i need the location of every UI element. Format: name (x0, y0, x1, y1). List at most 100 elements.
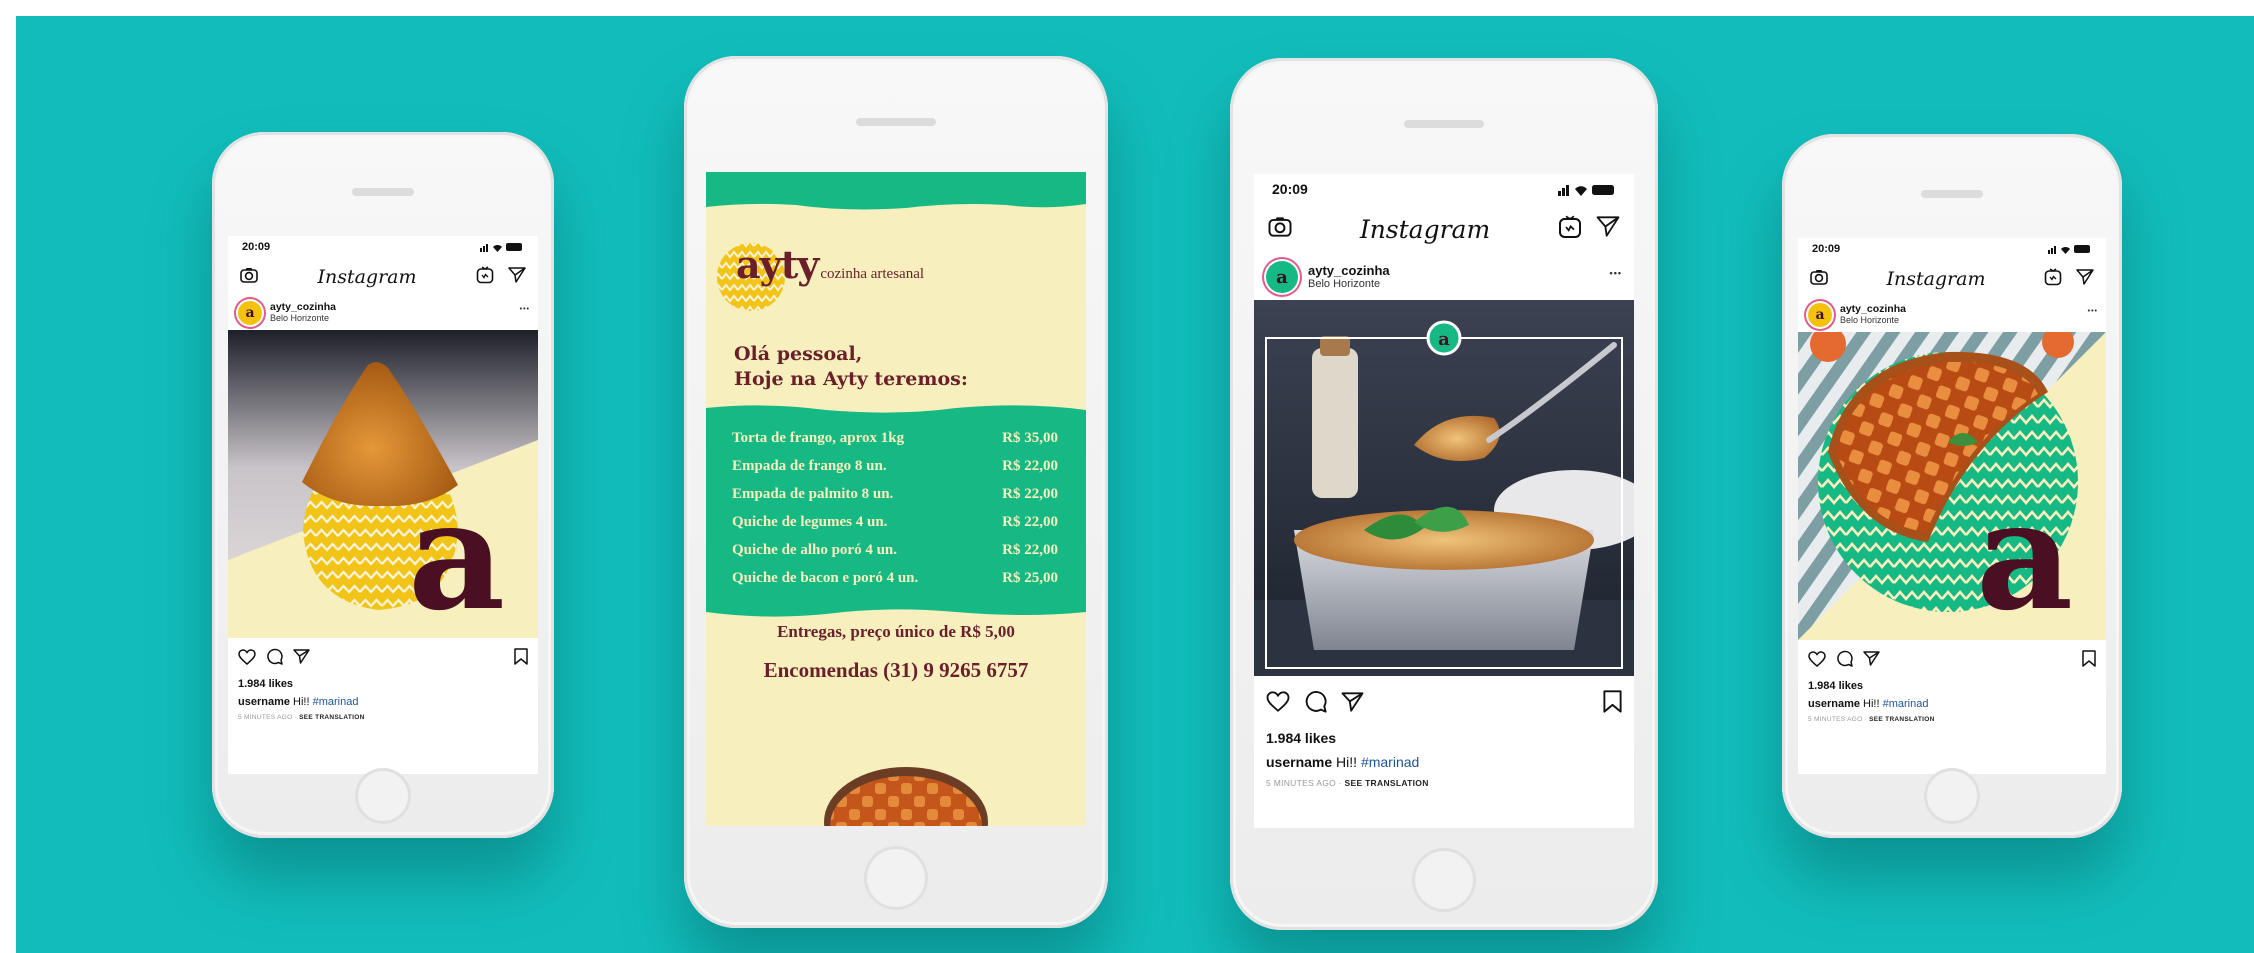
like-heart-icon[interactable] (1266, 691, 1290, 717)
bookmark-icon[interactable] (514, 648, 528, 670)
phone-4: 20:09 Instagram a ayty_cozinha Belo Hori… (1782, 134, 2122, 838)
more-options-icon[interactable]: ••• (2088, 308, 2098, 315)
caption-username[interactable]: username (1808, 698, 1860, 710)
post-header: a ayty_cozinha Belo Horizonte ••• (1798, 298, 2106, 332)
like-heart-icon[interactable] (238, 648, 256, 670)
comment-icon[interactable] (1304, 690, 1327, 718)
likes-count[interactable]: 1.984 likes (1808, 680, 1863, 692)
post-image-lasagna[interactable]: a (1254, 300, 1634, 676)
caption-hashtag[interactable]: #marinad (1883, 698, 1929, 710)
caption-username[interactable]: username (238, 696, 290, 708)
see-translation-link[interactable]: SEE TRANSLATION (1345, 778, 1429, 788)
teal-backdrop: 20:09 Instagram a ayty_cozinha Belo Hori… (16, 16, 2254, 953)
caption-text: Hi!! (1863, 698, 1880, 710)
signal-wifi-battery-icon (2048, 244, 2092, 254)
comment-icon[interactable] (1836, 650, 1853, 672)
post-location[interactable]: Belo Horizonte (1308, 278, 1390, 290)
phone-1-screen: 20:09 Instagram a ayty_cozinha Belo Hori… (228, 236, 538, 774)
post-image-coxinha[interactable]: a (228, 330, 538, 638)
igtv-icon[interactable] (476, 265, 494, 289)
like-heart-icon[interactable] (1808, 650, 1826, 672)
camera-icon[interactable] (1268, 216, 1292, 242)
bookmark-icon[interactable] (1603, 690, 1622, 718)
camera-icon[interactable] (240, 267, 258, 288)
brand-logo: ayty cozinha artesanal (736, 242, 924, 287)
more-options-icon[interactable]: ••• (520, 306, 530, 313)
logo-tagline: cozinha artesanal (820, 266, 925, 282)
direct-message-icon[interactable] (1596, 216, 1620, 242)
menu-item: Quiche de legumes 4 un. R$ 22,00 (732, 514, 1058, 530)
igtv-icon[interactable] (1558, 215, 1582, 244)
home-button[interactable] (864, 846, 928, 910)
comment-icon[interactable] (266, 648, 283, 670)
likes-count[interactable]: 1.984 likes (1266, 730, 1336, 746)
post-location[interactable]: Belo Horizonte (270, 313, 336, 324)
post-actions (1254, 690, 1634, 718)
post-caption: username Hi!! #marinad (1266, 754, 1419, 770)
brand-letter-a: a (1976, 468, 2073, 640)
post-username[interactable]: ayty_cozinha (1308, 263, 1390, 278)
share-icon[interactable] (1341, 691, 1364, 717)
share-icon[interactable] (293, 649, 310, 669)
avatar[interactable]: a (238, 301, 262, 325)
menu-greeting: Olá pessoal, Hoje na Ayty teremos: (734, 342, 968, 392)
menu-item: Empada de frango 8 un. R$ 22,00 (732, 458, 1058, 474)
post-header: a ayty_cozinha Belo Horizonte ••• (228, 296, 538, 330)
logo-word: ayty (736, 242, 819, 287)
menu-item: Torta de frango, aprox 1kg R$ 35,00 (732, 430, 1058, 446)
phone-speaker (856, 118, 936, 126)
caption-text: Hi!! (1336, 754, 1358, 770)
post-meta: 5 MINUTES AGO · SEE TRANSLATION (1266, 778, 1429, 788)
greeting-line-2: Hoje na Ayty teremos: (734, 368, 968, 390)
post-meta: 5 MINUTES AGO · SEE TRANSLATION (238, 714, 365, 721)
post-time-ago: 5 MINUTES AGO (1266, 778, 1337, 788)
direct-message-icon[interactable] (508, 266, 526, 288)
instagram-logo: Instagram (317, 266, 417, 288)
menu-item: Empada de palmito 8 un. R$ 22,00 (732, 486, 1058, 502)
direct-message-icon[interactable] (2076, 268, 2094, 290)
menu-list: Torta de frango, aprox 1kg R$ 35,00 Empad… (732, 424, 1058, 592)
camera-icon[interactable] (1810, 269, 1828, 290)
post-actions (1798, 650, 2106, 672)
post-image-pie[interactable]: a (1798, 332, 2106, 640)
greeting-line-1: Olá pessoal, (734, 343, 863, 365)
signal-wifi-battery-icon (480, 242, 524, 252)
post-time-ago: 5 MINUTES AGO (238, 714, 293, 721)
phone-1: 20:09 Instagram a ayty_cozinha Belo Hori… (212, 132, 554, 838)
caption-hashtag[interactable]: #marinad (1361, 754, 1419, 770)
instagram-header: Instagram (1798, 266, 2106, 292)
see-translation-link[interactable]: SEE TRANSLATION (1869, 716, 1934, 723)
home-button[interactable] (1412, 848, 1476, 912)
status-bar: 20:09 (228, 236, 538, 258)
status-time: 20:09 (1812, 243, 1841, 255)
more-options-icon[interactable]: ••• (1610, 268, 1622, 278)
status-bar: 20:09 (1798, 238, 2106, 260)
home-button[interactable] (1924, 768, 1980, 824)
phone-speaker (1404, 120, 1484, 128)
avatar[interactable]: a (1266, 261, 1298, 293)
post-caption: username Hi!! #marinad (1808, 698, 1928, 710)
igtv-icon[interactable] (2044, 267, 2062, 291)
post-time-ago: 5 MINUTES AGO (1808, 716, 1863, 723)
bookmark-icon[interactable] (2082, 650, 2096, 672)
caption-hashtag[interactable]: #marinad (313, 696, 359, 708)
brand-letter-a: a (408, 468, 505, 638)
caption-username[interactable]: username (1266, 754, 1332, 770)
phone-speaker (1921, 190, 1983, 198)
phone-3-screen: 20:09 Instagram a ayty_cozinha Belo Hori… (1254, 174, 1634, 828)
avatar[interactable]: a (1808, 303, 1832, 327)
status-time: 20:09 (242, 241, 271, 253)
orders-phone[interactable]: Encomendas (31) 9 9265 6757 (706, 658, 1086, 683)
post-actions (228, 648, 538, 670)
likes-count[interactable]: 1.984 likes (238, 678, 293, 690)
post-meta: 5 MINUTES AGO · SEE TRANSLATION (1808, 716, 1935, 723)
share-icon[interactable] (1863, 651, 1880, 671)
phone-4-screen: 20:09 Instagram a ayty_cozinha Belo Hori… (1798, 238, 2106, 774)
post-location[interactable]: Belo Horizonte (1840, 315, 1906, 326)
instagram-header: Instagram (1254, 212, 1634, 246)
phone-2: ayty cozinha artesanal Olá pessoal, Hoje… (684, 56, 1108, 928)
phone-speaker (352, 188, 414, 196)
see-translation-link[interactable]: SEE TRANSLATION (299, 714, 364, 721)
status-time: 20:09 (1272, 181, 1308, 197)
home-button[interactable] (355, 768, 411, 824)
